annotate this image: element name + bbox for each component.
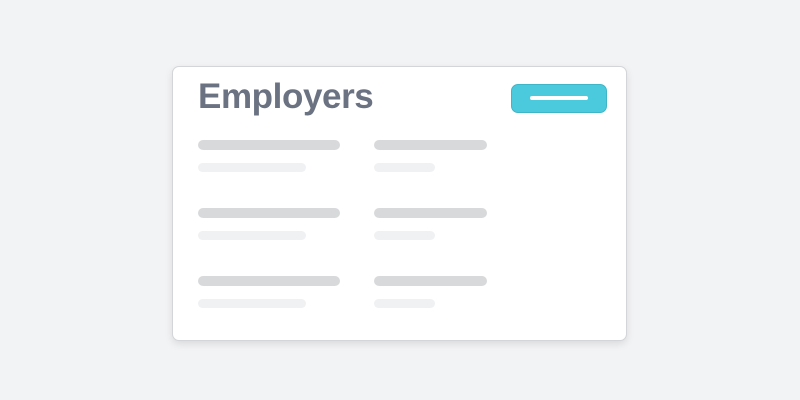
employer-list	[198, 140, 498, 344]
name-placeholder	[198, 276, 340, 286]
list-item[interactable]	[198, 140, 498, 208]
add-employer-button[interactable]	[511, 84, 607, 113]
list-item[interactable]	[198, 276, 498, 344]
button-label-placeholder	[530, 96, 588, 100]
employers-card: Employers	[172, 66, 627, 341]
detail-sub-placeholder	[374, 231, 435, 240]
page-title: Employers	[198, 77, 374, 116]
name-placeholder	[198, 208, 340, 218]
detail-placeholder	[374, 140, 487, 150]
name-placeholder	[198, 140, 340, 150]
subtitle-placeholder	[198, 163, 306, 172]
detail-placeholder	[374, 276, 487, 286]
detail-placeholder	[374, 208, 487, 218]
subtitle-placeholder	[198, 299, 306, 308]
detail-sub-placeholder	[374, 163, 435, 172]
detail-sub-placeholder	[374, 299, 435, 308]
list-item[interactable]	[198, 208, 498, 276]
subtitle-placeholder	[198, 231, 306, 240]
